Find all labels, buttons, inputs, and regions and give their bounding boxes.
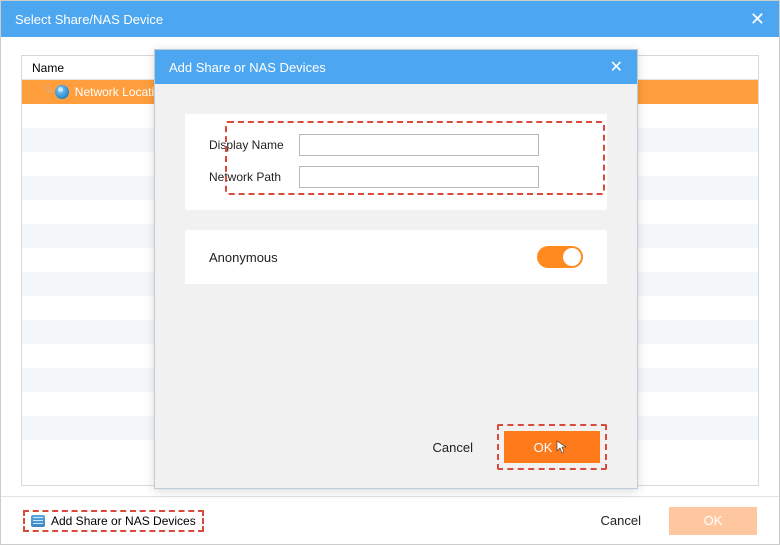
display-name-input[interactable] [299,134,539,156]
modal-cancel-button[interactable]: Cancel [429,434,477,461]
fields-card: Display Name Network Path [185,114,607,210]
cursor-icon [556,440,570,454]
main-cancel-button[interactable]: Cancel [601,513,641,528]
add-share-button[interactable]: Add Share or NAS Devices [31,514,196,528]
toggle-knob-icon [563,248,581,266]
main-ok-button[interactable]: OK [669,507,757,535]
add-share-label: Add Share or NAS Devices [51,514,196,528]
main-title: Select Share/NAS Device [15,12,163,27]
display-name-row: Display Name [209,134,583,156]
network-path-label: Network Path [209,170,299,184]
nas-device-icon [31,515,45,527]
ok-highlight-box: OK [497,424,607,470]
tree-connector-icon: └ [44,86,52,98]
modal-body: Display Name Network Path Anonymous [155,84,637,284]
modal-ok-button[interactable]: OK [504,431,600,463]
network-path-row: Network Path [209,166,583,188]
modal-ok-label: OK [534,440,553,455]
footer-actions: Cancel OK [601,507,757,535]
anonymous-label: Anonymous [209,250,278,265]
network-path-input[interactable] [299,166,539,188]
select-share-window: Select Share/NAS Device ✕ Name └ Network… [0,0,780,545]
anonymous-card: Anonymous [185,230,607,284]
modal-title: Add Share or NAS Devices [169,60,326,75]
add-share-highlight: Add Share or NAS Devices [23,510,204,532]
modal-titlebar: Add Share or NAS Devices ✕ [155,50,637,84]
main-close-icon[interactable]: ✕ [750,9,765,30]
globe-icon [55,85,69,99]
display-name-label: Display Name [209,138,299,152]
modal-close-icon[interactable]: ✕ [610,57,623,77]
main-titlebar: Select Share/NAS Device ✕ [1,1,779,37]
main-footer: Add Share or NAS Devices Cancel OK [1,496,779,544]
anonymous-toggle[interactable] [537,246,583,268]
modal-footer: Cancel OK [429,424,607,470]
add-share-modal: Add Share or NAS Devices ✕ Display Name … [154,49,638,489]
